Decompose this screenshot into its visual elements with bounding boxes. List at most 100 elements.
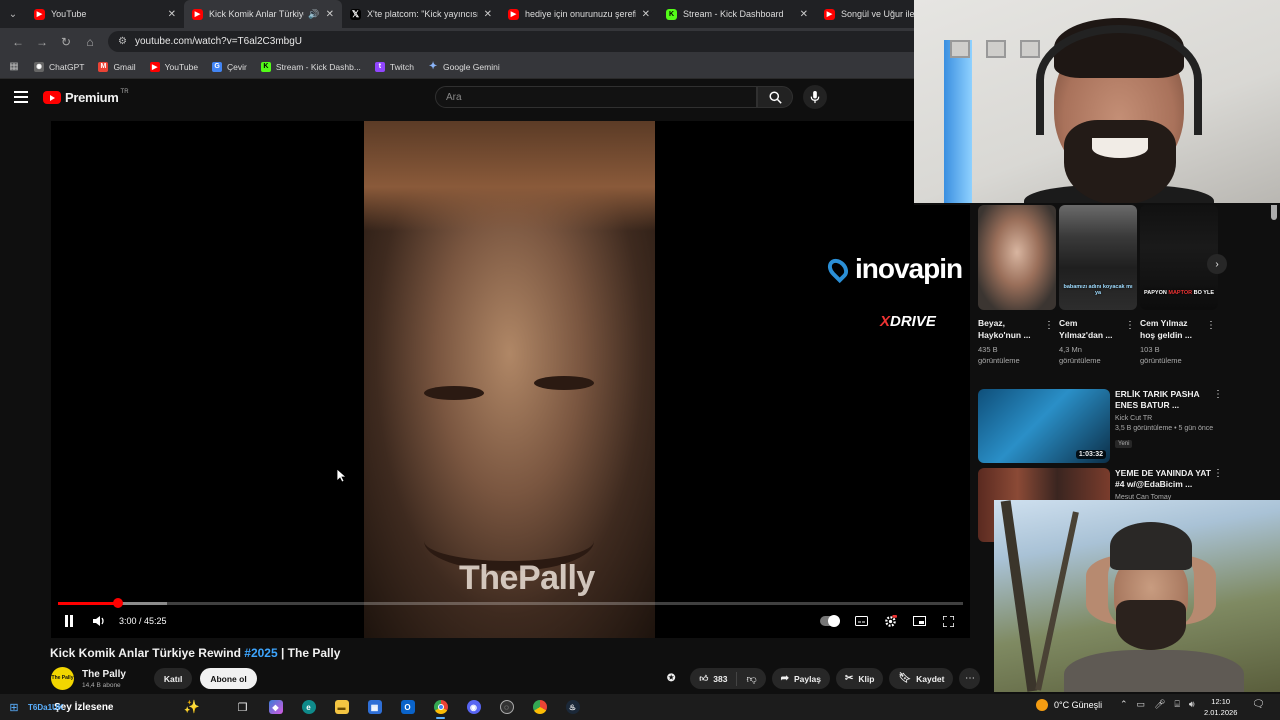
taskbar-search[interactable]: T6Da1UK Şey İzlesene ✨ (28, 696, 206, 718)
reload-icon[interactable]: ↻ (54, 30, 78, 54)
channel-row: The Pally The Pally 14,4 B abone Katıl A… (51, 667, 257, 690)
speaker-icon[interactable]: 🔊 (308, 9, 319, 20)
subscribe-button[interactable]: Abone ol (200, 668, 257, 689)
microsoft-store-icon[interactable]: ▦ (358, 694, 391, 720)
task-view-icon[interactable]: ❐ (226, 694, 259, 720)
tab-youtube[interactable]: ▶ YouTube ✕ (26, 0, 184, 28)
tab-hediye[interactable]: ▶ hediye için onurunuzu şerefiniz ✕ (500, 0, 658, 28)
dislike-button[interactable]: 👎︎ (737, 673, 765, 685)
clip-button[interactable]: ✂ Klip (835, 668, 884, 689)
video-title: Kick Komik Anlar Türkiye Rewind #2025 | … (50, 646, 340, 660)
share-button[interactable]: ➦ Paylaş (771, 668, 830, 689)
address-bar[interactable]: ⚙ youtube.com/watch?v=T6al2C3mbgU (108, 31, 928, 52)
mic-icon[interactable]: 🎤︎ (1154, 699, 1165, 710)
chrome-icon[interactable] (424, 694, 457, 720)
network-icon[interactable]: ⌸ (1175, 699, 1180, 710)
shorts-next-button[interactable]: › (1207, 254, 1227, 274)
tab-kick-komik-anlar[interactable]: ▶ Kick Komik Anlar Türkiye Rewind 🔊 ✕ (184, 0, 342, 28)
subscriber-count: 14,4 B abone (82, 681, 121, 689)
fullscreen-button[interactable] (936, 609, 960, 633)
apps-grid-icon[interactable]: ▦ (6, 59, 22, 75)
bookmark-twitch[interactable]: t Twitch (374, 61, 414, 72)
close-tab-icon[interactable]: ✕ (326, 9, 334, 20)
scissors-icon: ✂ (844, 673, 854, 684)
volume-button[interactable] (87, 609, 111, 633)
more-vert-icon[interactable]: ⋮ (1206, 320, 1216, 331)
windows-start-icon[interactable]: ⊞ (0, 701, 28, 714)
steam-icon[interactable]: ♨ (556, 694, 589, 720)
edge-icon[interactable]: e (292, 694, 325, 720)
site-info-icon[interactable]: ⚙ (118, 36, 127, 47)
thanks-button[interactable]: ✪ (663, 668, 684, 689)
obs-icon[interactable]: ◌ (490, 694, 523, 720)
search-button[interactable] (757, 86, 793, 108)
close-tab-icon[interactable]: ✕ (642, 9, 650, 20)
save-button[interactable]: 🔖︎ Kaydet (889, 668, 954, 689)
chevron-up-icon[interactable]: ⌃ (1120, 699, 1128, 710)
more-vert-icon[interactable]: ⋮ (1213, 389, 1223, 463)
settings-button[interactable] (878, 609, 902, 633)
like-button[interactable]: 👍︎ 383 (690, 671, 738, 686)
related-channel[interactable]: Kick Cut TR (1115, 415, 1211, 422)
speaker-icon[interactable]: 🔊︎ (1189, 699, 1195, 710)
more-vert-icon[interactable]: ⋮ (1044, 320, 1054, 331)
short-thumbnail[interactable]: babamızı adını koyacak mı ya (1059, 205, 1137, 310)
short-title[interactable]: Cem Yılmaz'dan ... (1059, 317, 1121, 341)
notification-icon[interactable]: 🗨︎ (1252, 699, 1265, 710)
short-thumbnail[interactable]: PAPYON MAPTOR BO YLE (1140, 205, 1218, 310)
related-thumbnail[interactable]: 1:03:32 (978, 389, 1110, 463)
tab-x-platcom[interactable]: 𝕏 X'te platcom: "Kick yayıncısı Ca ✕ (342, 0, 500, 28)
clock[interactable]: 12:10 2.01.2026 (1204, 696, 1237, 718)
chrome-profile-icon[interactable] (523, 694, 556, 720)
forward-arrow-icon[interactable]: → (30, 30, 54, 54)
bookmark-gmail[interactable]: M Gmail (98, 61, 136, 72)
more-actions-button[interactable]: ⋯ (959, 668, 981, 689)
search-input[interactable]: Ara (435, 86, 757, 108)
back-arrow-icon[interactable]: ← (6, 30, 30, 54)
outlook-icon[interactable]: O (391, 694, 424, 720)
file-explorer-icon[interactable]: ▬ (325, 694, 358, 720)
channel-avatar[interactable]: The Pally (51, 667, 74, 690)
copilot-icon[interactable]: ◆ (259, 694, 292, 720)
short-item[interactable]: babamızı adını koyacak mı ya Cem Yılmaz'… (1059, 205, 1137, 366)
screen-icon[interactable]: ▭ (1137, 699, 1146, 710)
short-title[interactable]: Beyaz, Hayko'nun ... (978, 317, 1040, 341)
short-title[interactable]: Cem Yılmaz hoş geldin ... (1140, 317, 1202, 341)
more-vert-icon[interactable]: ⋮ (1125, 320, 1135, 331)
channel-name[interactable]: The Pally (82, 669, 126, 680)
bookmark-chatgpt[interactable]: ✺ ChatGPT (34, 61, 84, 72)
bookmark-gemini[interactable]: ✦ Google Gemini (428, 61, 500, 72)
progress-bar[interactable] (58, 598, 963, 608)
tab-search-chevron-icon[interactable]: ⌄ (0, 0, 26, 28)
pause-button[interactable] (57, 609, 81, 633)
discord-icon[interactable]: ◉ (457, 694, 490, 720)
short-item[interactable]: PAPYON MAPTOR BO YLE Cem Yılmaz hoş geld… (1140, 205, 1218, 366)
progress-scrubber-handle[interactable] (112, 598, 123, 608)
hashtag-link[interactable]: #2025 (244, 646, 277, 660)
home-icon[interactable]: ⌂ (78, 30, 102, 54)
bookmark-cevir[interactable]: G Çevir (212, 61, 247, 72)
bookmark-youtube[interactable]: ▶ YouTube (149, 61, 198, 72)
subtitles-button[interactable] (849, 609, 873, 633)
short-item[interactable]: Beyaz, Hayko'nun ... 435 B görüntüleme ⋮ (978, 205, 1056, 366)
hamburger-menu-icon[interactable] (14, 91, 28, 103)
autoplay-toggle[interactable] (820, 615, 840, 627)
bookmark-kick-dashboard[interactable]: K Stream - Kick Dashb... (260, 61, 361, 72)
close-tab-icon[interactable]: ✕ (484, 9, 492, 20)
voice-search-button[interactable] (803, 85, 827, 109)
related-title[interactable]: YEME DE YANINDA YAT #4 w/@EdaBicim ... (1115, 468, 1211, 490)
related-title[interactable]: ERLİK TARIK PASHA ENES BATUR ... (1115, 389, 1211, 411)
tab-kick-dashboard[interactable]: K Stream - Kick Dashboard ✕ (658, 0, 816, 28)
webcam-content (1116, 600, 1186, 650)
video-player[interactable]: ThePally inovapin XDRIVE 3:00 / 45:25 (51, 121, 970, 638)
webcam-overlay-guest (994, 500, 1280, 692)
join-button[interactable]: Katıl (153, 668, 193, 689)
youtube-premium-logo[interactable]: Premium TR (43, 89, 129, 105)
close-tab-icon[interactable]: ✕ (168, 9, 176, 20)
short-thumbnail[interactable] (978, 205, 1056, 310)
miniplayer-button[interactable] (907, 609, 931, 633)
close-tab-icon[interactable]: ✕ (800, 9, 808, 20)
weather-widget[interactable]: 0°C Güneşli (1036, 699, 1102, 711)
channel-info: The Pally 14,4 B abone (82, 669, 126, 689)
related-video-item[interactable]: 1:03:32 ERLİK TARIK PASHA ENES BATUR ...… (978, 389, 1223, 463)
